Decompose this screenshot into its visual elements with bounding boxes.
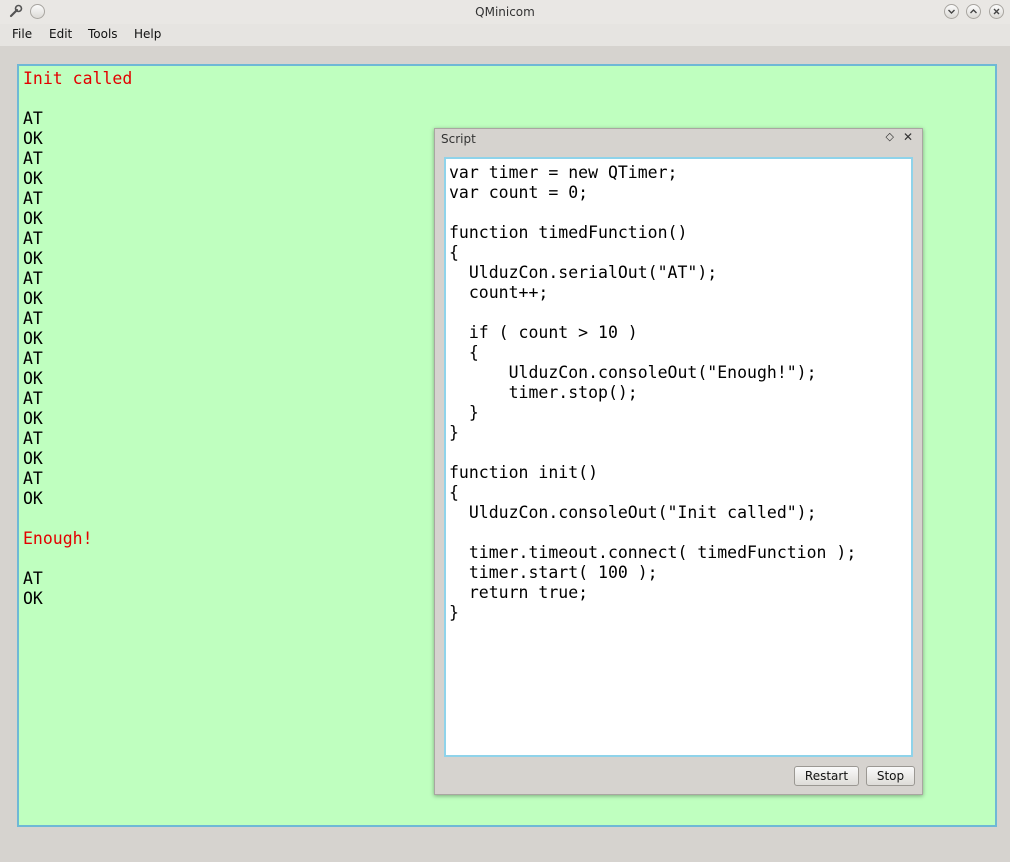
console-line: Init called xyxy=(23,69,133,88)
script-window: Script ◇ ✕ var timer = new QTimer; var c… xyxy=(434,128,923,795)
console-line: OK xyxy=(23,249,43,268)
script-code: var timer = new QTimer; var count = 0; f… xyxy=(449,163,857,622)
console-line: OK xyxy=(23,409,43,428)
console-line: AT xyxy=(23,229,43,248)
console-line: OK xyxy=(23,369,43,388)
menu-file[interactable]: File xyxy=(12,27,32,41)
console-line: OK xyxy=(23,449,43,468)
title-bar: QMinicom xyxy=(0,0,1010,25)
console-line: AT xyxy=(23,149,43,168)
window-title: QMinicom xyxy=(475,5,535,19)
float-diamond-icon[interactable]: ◇ xyxy=(886,130,894,143)
restart-button[interactable]: Restart xyxy=(794,766,859,786)
menu-help[interactable]: Help xyxy=(134,27,161,41)
console-line: AT xyxy=(23,309,43,328)
console-line: OK xyxy=(23,209,43,228)
console-line: AT xyxy=(23,429,43,448)
script-title: Script xyxy=(441,132,476,146)
close-window-icon[interactable] xyxy=(989,4,1004,19)
maximize-icon[interactable] xyxy=(966,4,981,19)
minimize-icon[interactable] xyxy=(944,4,959,19)
menu-bar: File Edit Tools Help xyxy=(0,24,1010,46)
console-line: OK xyxy=(23,169,43,188)
console-line: AT xyxy=(23,189,43,208)
console-text: Init called AT OK AT OK AT OK AT OK AT OK AT OK AT OK A… xyxy=(23,69,132,609)
script-editor[interactable]: var timer = new QTimer; var count = 0; f… xyxy=(444,157,913,757)
console-line: AT xyxy=(23,349,43,368)
menu-edit[interactable]: Edit xyxy=(49,27,72,41)
console-line: OK xyxy=(23,589,43,608)
close-icon[interactable]: ✕ xyxy=(903,130,913,144)
console-line: OK xyxy=(23,489,43,508)
console-line: AT xyxy=(23,109,43,128)
console-line: Enough! xyxy=(23,529,93,548)
console-line: OK xyxy=(23,329,43,348)
menu-tools[interactable]: Tools xyxy=(88,27,118,41)
console-line: AT xyxy=(23,469,43,488)
console-line: OK xyxy=(23,129,43,148)
console-line: AT xyxy=(23,389,43,408)
console-line: AT xyxy=(23,569,43,588)
console-line: AT xyxy=(23,269,43,288)
console-line: OK xyxy=(23,289,43,308)
stop-button[interactable]: Stop xyxy=(866,766,915,786)
